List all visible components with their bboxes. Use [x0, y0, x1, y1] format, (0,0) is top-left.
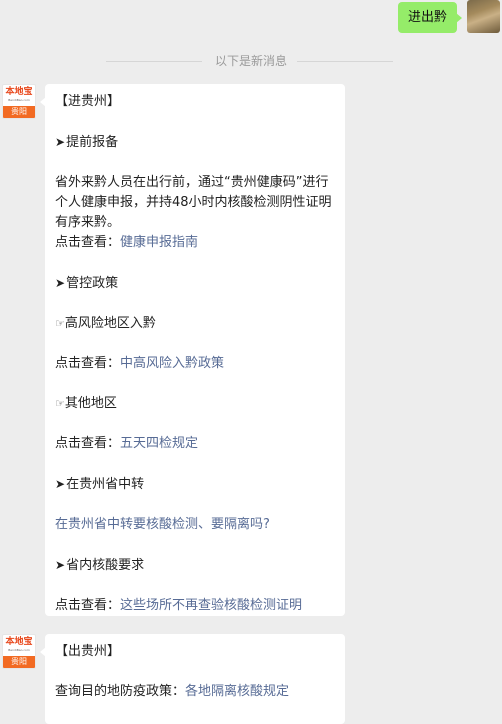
- section-title: ➤管控政策: [55, 276, 119, 291]
- self-avatar[interactable]: [467, 0, 500, 33]
- section-title: ➤省内核酸要求: [55, 558, 145, 573]
- arrow-icon: ➤: [55, 135, 66, 149]
- bot-avatar[interactable]: 本地宝 BendiBao.com 贵阳: [2, 634, 36, 669]
- section-title: ➤提前报备: [55, 135, 119, 150]
- five-day-test-rule-link[interactable]: 五天四检规定: [120, 436, 198, 451]
- no-test-check-places-link[interactable]: 这些场所不再查验核酸检测证明: [120, 598, 302, 613]
- link-line: 点击查看：五天四检规定: [55, 436, 199, 451]
- avatar-city-label: 贵阳: [3, 656, 35, 668]
- message-heading: 【进贵州】: [55, 94, 121, 109]
- avatar-brand-logo: 本地宝 BendiBao.com: [5, 637, 33, 652]
- incoming-message-bubble: 【进贵州】 ➤提前报备 省外来黔人员在出行前，通过“贵州健康码”进行个人健康申报…: [40, 84, 345, 616]
- link-line: 点击查看：这些场所不再查验核酸检测证明: [55, 598, 303, 613]
- divider-text: 以下是新消息: [214, 54, 287, 68]
- transit-policy-link[interactable]: 在贵州省中转要核酸检测、要隔离吗?: [55, 517, 270, 532]
- link-line: 在贵州省中转要核酸检测、要隔离吗?: [55, 515, 335, 535]
- arrow-icon: ➤: [55, 558, 66, 572]
- link-line: 点击查看：健康申报指南: [55, 235, 199, 250]
- outgoing-message-text: 进出黔: [407, 10, 447, 25]
- message-heading: 【出贵州】: [55, 644, 121, 659]
- destination-quarantine-rules-link[interactable]: 各地隔离核酸规定: [185, 684, 289, 699]
- section-title: ➤在贵州省中转: [55, 477, 145, 492]
- arrow-icon: ➤: [55, 477, 66, 491]
- avatar-city-label: 贵阳: [3, 106, 35, 118]
- link-line: 点击查看：中高风险入黔政策: [55, 356, 225, 371]
- bot-avatar[interactable]: 本地宝 BendiBao.com 贵阳: [2, 84, 36, 119]
- avatar-brand-logo: 本地宝 BendiBao.com: [5, 87, 33, 102]
- divider-line-left: [106, 61, 202, 62]
- pointing-hand-icon: ☞: [55, 317, 65, 330]
- divider-line-right: [297, 61, 393, 62]
- outgoing-message-row: 进出黔: [0, 0, 502, 38]
- arrow-icon: ➤: [55, 276, 66, 290]
- new-messages-divider: 以下是新消息: [0, 52, 502, 70]
- link-line: 查询目的地防疫政策：各地隔离核酸规定: [55, 684, 290, 699]
- subsection-title: ☞高风险地区入黔: [55, 316, 156, 331]
- pointing-hand-icon: ☞: [55, 397, 65, 410]
- high-risk-policy-link[interactable]: 中高风险入黔政策: [120, 356, 224, 371]
- section-body: 省外来黔人员在出行前，通过“贵州健康码”进行个人健康申报，并持48小时内核酸检测…: [55, 175, 332, 230]
- health-report-guide-link[interactable]: 健康申报指南: [120, 235, 198, 250]
- subsection-title: ☞其他地区: [55, 396, 117, 411]
- incoming-message-bubble: 【出贵州】 查询目的地防疫政策：各地隔离核酸规定: [40, 634, 345, 724]
- outgoing-message-bubble[interactable]: 进出黔: [397, 2, 463, 33]
